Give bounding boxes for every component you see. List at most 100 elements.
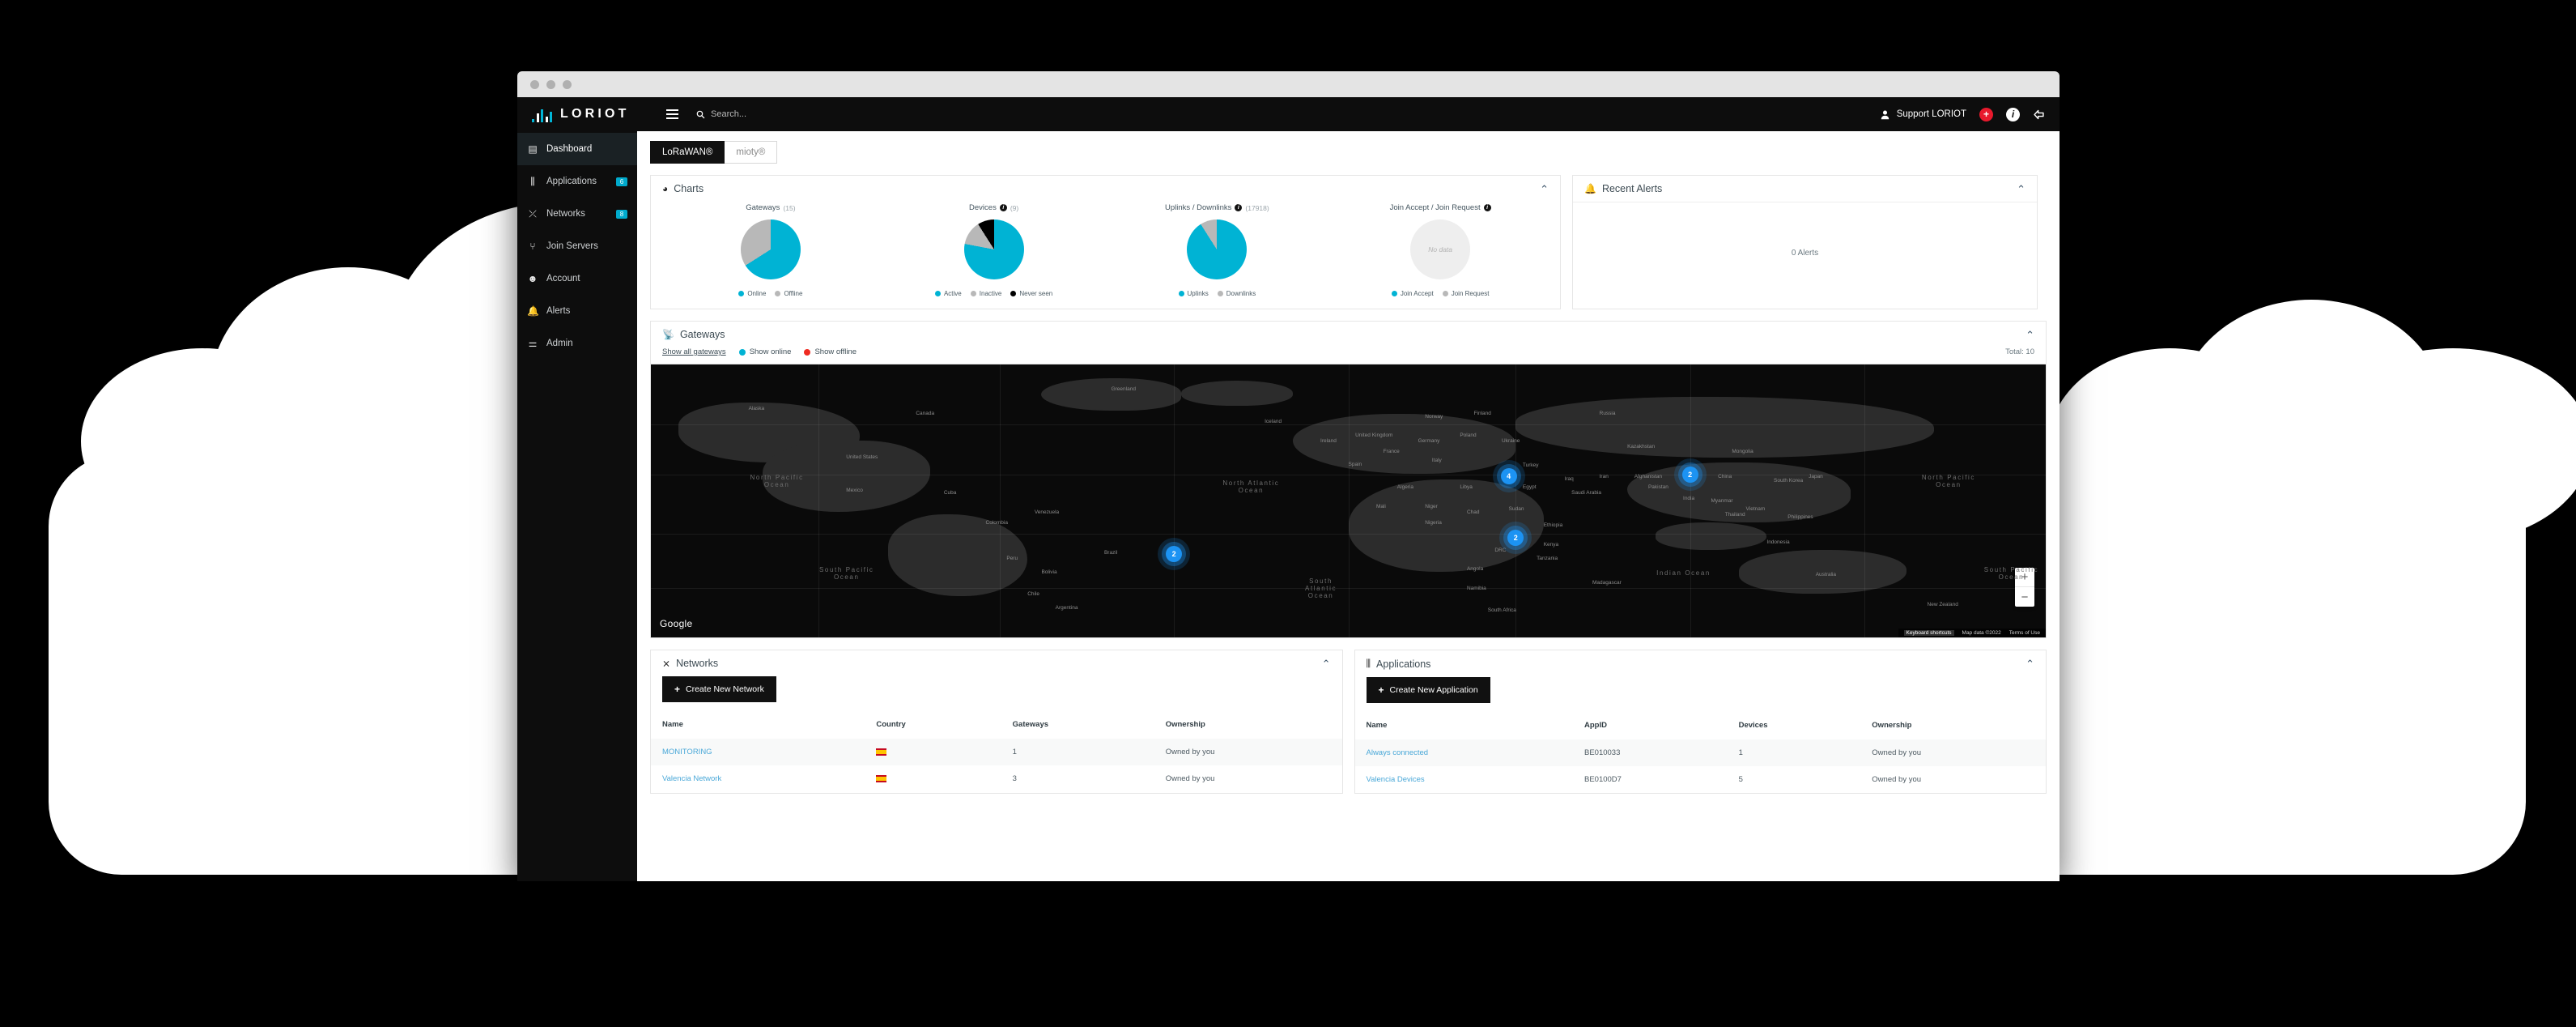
legend-item: Downlinks (1217, 290, 1256, 297)
logo-mark-icon (532, 106, 552, 122)
window-minimize-button[interactable] (546, 79, 555, 89)
map-landmass (1627, 462, 1851, 523)
charts-collapse-toggle[interactable]: ⌃ (1540, 184, 1549, 194)
pie-chart-1[interactable] (963, 219, 1024, 279)
cell-name-link[interactable]: MONITORING (651, 739, 865, 765)
cell-gateways: 3 (1012, 774, 1017, 783)
create-new-application-button[interactable]: + Create New Application (1366, 677, 1490, 703)
legend-swatch (738, 291, 745, 296)
map-zoom-out-button[interactable]: − (2015, 587, 2034, 607)
gateway-filter-show-all-gateways[interactable]: Show all gateways (662, 347, 726, 356)
column-header: Gateways (1012, 720, 1049, 729)
recent-alerts-panel: 🔔 Recent Alerts ⌃ 0 Alerts (1572, 175, 2038, 309)
window-maximize-button[interactable] (563, 79, 572, 89)
map-gridline (1690, 364, 1691, 637)
sidebar-item-networks[interactable]: ⤫ Networks 8 (517, 198, 637, 230)
networks-icon: ⨯ (662, 658, 671, 669)
sidebar-item-account[interactable]: ☻ Account (517, 262, 637, 295)
map-gridline (651, 588, 2046, 590)
cell-appid: BE0100D7 (1584, 775, 1622, 784)
pie-chart-0[interactable] (740, 219, 801, 279)
bottom-row: ⨯ Networks ⌃ + Create New Network Name Co… (650, 650, 2047, 805)
map-gridline (651, 533, 2046, 535)
map-attribution-text: Map data ©2022 (1962, 630, 2001, 636)
cell-name-link[interactable]: Valencia Network (651, 765, 865, 792)
gateways-panel-title: Gateways (679, 329, 725, 340)
topbar-right-actions: Support LORIOT + i (1880, 107, 2045, 121)
cell-country_flag (865, 765, 1001, 792)
legend-item: Offline (775, 290, 802, 297)
gateways-filter-bar: Show all gateways Show online Show offline… (651, 347, 2046, 364)
gateway-filter-show-online[interactable]: Show online (738, 347, 791, 356)
map-attribution: Keyboard shortcuts Map data ©2022 Terms of… (1898, 629, 2046, 637)
sidebar-item-alerts[interactable]: 🔔 Alerts (517, 295, 637, 327)
gateways-panel-header: 📡 Gateways ⌃ (651, 322, 2046, 347)
column-header: Country (876, 720, 906, 729)
map-landmass (762, 441, 930, 512)
gateway-cluster-marker[interactable]: 2 (1681, 467, 1698, 484)
applications-collapse-toggle[interactable]: ⌃ (2026, 658, 2034, 669)
legend-swatch (1178, 291, 1184, 296)
cell-name-link[interactable]: Valencia Devices (1355, 766, 1574, 793)
map-ocean-label: North Pacific Ocean (1921, 473, 1975, 488)
sidebar-item-dashboard[interactable]: ▤ Dashboard (517, 133, 637, 165)
search-input[interactable] (711, 109, 873, 119)
sidebar-item-applications[interactable]: ⫼ Applications 6 (517, 165, 637, 198)
map-country-label: New Zealand (1927, 602, 1958, 608)
legend-label: Offline (784, 290, 803, 297)
tab-lorawan[interactable]: LoRaWAN® (650, 141, 725, 164)
app-topbar: LORIOT Support LORIOT + i (517, 97, 2060, 131)
legend-item: Inactive (970, 290, 1001, 297)
sidebar-item-label: Alerts (546, 306, 571, 316)
map-attribution-text[interactable]: Terms of Use (2009, 630, 2040, 636)
map-zoom-in-button[interactable]: + (2015, 568, 2034, 587)
chart-count-label: (9) (1010, 203, 1019, 212)
sidebar-item-admin[interactable]: ⚌ Admin (517, 327, 637, 360)
loriot-logo[interactable]: LORIOT (532, 106, 652, 122)
applications-icon: ⫼ (1366, 658, 1371, 669)
info-icon[interactable]: i (2006, 107, 2020, 121)
sidebar-item-join-servers[interactable]: ⑂ Join Servers (517, 230, 637, 262)
brand-name: LORIOT (560, 107, 630, 121)
gateway-cluster-marker[interactable]: 4 (1500, 468, 1517, 485)
map-country-label: Tanzania (1537, 555, 1558, 561)
gateways-map[interactable]: Google + − Keyboard shortcuts Map data ©2… (651, 364, 2046, 637)
cell-name-link[interactable]: Always connected (1355, 739, 1574, 766)
user-menu[interactable]: Support LORIOT (1880, 109, 1966, 120)
pie-chart-2[interactable] (1187, 219, 1248, 279)
networks-collapse-toggle[interactable]: ⌃ (1322, 658, 1331, 669)
map-landmass (1655, 522, 1767, 551)
info-icon[interactable]: i (1483, 204, 1491, 211)
tab-mioty[interactable]: mioty® (725, 141, 778, 164)
table-row[interactable]: Valencia Network 3 Owned by you (651, 765, 1342, 792)
gateway-cluster-marker[interactable]: 2 (1507, 529, 1524, 546)
info-icon[interactable]: i (999, 204, 1007, 211)
gateway-filter-show-offline[interactable]: Show offline (804, 347, 857, 356)
legend-swatch (1442, 291, 1448, 296)
table-row[interactable]: Always connected BE010033 1 Owned by you (1354, 739, 2046, 766)
keyboard-shortcuts-link[interactable]: Keyboard shortcuts (1903, 630, 1954, 636)
table-row[interactable]: MONITORING 1 Owned by you (651, 739, 1342, 765)
search-area[interactable] (696, 109, 873, 119)
alerts-collapse-toggle[interactable]: ⌃ (2017, 184, 2026, 194)
browser-window: LORIOT Support LORIOT + i (517, 71, 2060, 881)
window-close-button[interactable] (530, 79, 539, 89)
help-cross-icon[interactable]: + (1979, 107, 1993, 121)
create-new-network-button[interactable]: + Create New Network (662, 676, 776, 702)
map-country-label: Kenya (1543, 542, 1559, 548)
pie-chart-3[interactable]: No data (1410, 219, 1471, 279)
gateway-cluster-marker[interactable]: 2 (1166, 546, 1183, 563)
map-gridline (1348, 364, 1350, 637)
charts-panel-header: ◕ Charts ⌃ (651, 176, 1560, 202)
info-icon[interactable]: i (1235, 204, 1243, 211)
column-header: Ownership (1165, 720, 1205, 729)
cell-country_flag (865, 739, 1001, 765)
hamburger-icon[interactable] (666, 109, 678, 119)
map-country-label: Saudi Arabia (1571, 490, 1602, 496)
gateways-collapse-toggle[interactable]: ⌃ (2026, 330, 2034, 340)
table-row[interactable]: Valencia Devices BE0100D7 5 Owned by you (1355, 766, 2047, 793)
map-country-label: Brazil (1103, 550, 1118, 556)
alerts-panel-title: Recent Alerts (1601, 183, 1663, 194)
chart-title: Gateways (15) (746, 203, 795, 212)
logout-arrow-icon[interactable] (2033, 109, 2045, 121)
